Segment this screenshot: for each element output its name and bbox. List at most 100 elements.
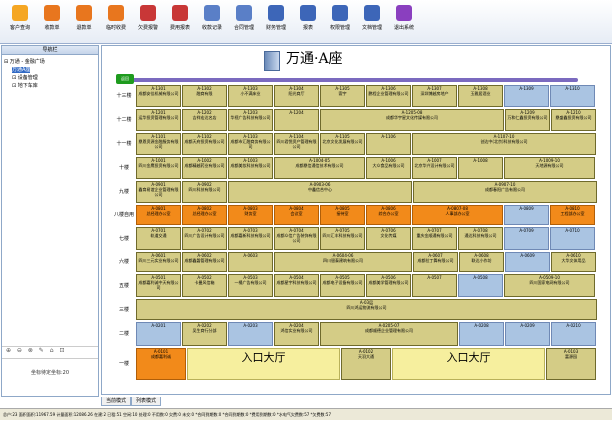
unit-tile[interactable]: A-0807-08 人事部办公室 — [412, 205, 503, 225]
unit-tile[interactable]: A-0803 财务室 — [228, 205, 273, 225]
unit-tile[interactable]: A-1007 北京华兴设计有限公司 — [412, 157, 457, 179]
unit-tile[interactable]: A-0503 一桶广告有限公司 — [228, 274, 273, 297]
unit-tile[interactable]: A-1008 — [458, 157, 503, 179]
toolbar-button-4[interactable]: 欠费报警 — [132, 3, 164, 41]
unit-tile[interactable]: A-0603 — [228, 252, 273, 272]
unit-tile[interactable]: A-1006 大众食品有限公司 — [366, 157, 411, 179]
unit-tile[interactable]: A-0610 大华文体用品 — [551, 252, 596, 272]
unit-tile[interactable]: A-0505 成都电子设备有限公司 — [320, 274, 365, 297]
unit-tile[interactable]: A-1101 鼎恩资源金融服务有限公司 — [136, 133, 181, 155]
unit-tile[interactable]: A-1303 小不满床业 — [228, 85, 273, 107]
back-arrow-button[interactable]: 返回 — [116, 74, 134, 84]
tree-item-equipment[interactable]: ⊡ 设备管理 — [4, 74, 96, 82]
toolbar-button-2[interactable]: 退款单 — [68, 3, 100, 41]
unit-tile[interactable]: A-0907-10 成都春阳广告有限公司 — [413, 181, 597, 203]
unit-tile[interactable]: A-0103 富源园 — [546, 348, 596, 380]
unit-tile[interactable]: A-1309 — [504, 85, 549, 107]
unit-tile[interactable]: A-1310 — [550, 85, 595, 107]
tree-item-building-a[interactable]: 万通A座 — [4, 66, 96, 74]
unit-tile[interactable]: A-0710 — [550, 227, 595, 250]
unit-tile[interactable]: A-0209 — [505, 322, 550, 346]
toolbar-button-12[interactable]: 退出系统 — [388, 3, 420, 41]
unit-tile[interactable]: A-0509-10 四川国家电网有限公司 — [504, 274, 595, 297]
unit-tile[interactable]: A-0210 — [551, 322, 596, 346]
unit-tile[interactable]: A-1202 吉祥宏达名店 — [182, 109, 227, 131]
unit-tile[interactable]: A-1104 四川君悦资产管理有限公司 — [274, 133, 319, 155]
entrance-hall-tile[interactable]: 入口大厅 — [392, 348, 545, 380]
unit-tile[interactable]: A-0203 — [228, 322, 273, 346]
unit-tile[interactable]: A-1203 华视广告科技有限公司 — [228, 109, 273, 131]
unit-tile[interactable]: A-0902 四川科技有限公司 — [182, 181, 227, 203]
unit-tile[interactable]: A-1204 — [274, 109, 319, 131]
unit-tile[interactable]: A-0801 总经理办公室 — [136, 205, 181, 225]
unit-tile[interactable]: A-0706 文化传媒 — [366, 227, 411, 250]
unit-tile[interactable]: A-1302 融商有限 — [182, 85, 227, 107]
toolbar-button-9[interactable]: 报表 — [292, 3, 324, 41]
unit-tile[interactable]: A-1304 阳光商厅 — [274, 85, 319, 107]
tree-root-item[interactable]: ⊟ 万通 - 金融广场 — [4, 58, 96, 66]
unit-tile[interactable]: A-0708 通达科技有限公司 — [458, 227, 503, 250]
unit-tile[interactable]: A-1209 万和仁鑫投资有限公司 — [505, 109, 550, 131]
unit-tile[interactable]: A-1306 鹏程企业管理有限公司 — [366, 85, 411, 107]
tree-item-garage[interactable]: ⊡ 地下车库 — [4, 82, 96, 90]
toolbar-button-10[interactable]: 权限管理 — [324, 3, 356, 41]
unit-tile[interactable]: A-0702 四川广告设计有限公司 — [182, 227, 227, 250]
unit-tile[interactable]: A-1002 成都精越药业有限公司 — [182, 157, 227, 179]
unit-tile[interactable]: A-1201 运华投资管理有限公司 — [136, 109, 181, 131]
unit-tile[interactable]: A-0502 卡曼风信箱 — [182, 274, 227, 297]
unit-tile[interactable]: A-1106 — [366, 133, 411, 155]
unit-tile[interactable]: A-0205-07 成都顺德企业管理有限公司 — [320, 322, 458, 346]
unit-tile[interactable]: A-1004-05 成都鼎信通信技术有限公司 — [274, 157, 365, 179]
unit-tile[interactable]: A-1205-08 成都华宇星文化传媒有限公司 — [320, 109, 504, 131]
unit-tile[interactable]: A-1107-10 创达中(北京)科技有限公司 — [412, 133, 596, 155]
unit-tile[interactable]: A-1301 成都安佳机械有限公司 — [136, 85, 181, 107]
unit-tile[interactable]: A-1305 寰宇 — [320, 85, 365, 107]
unit-tile[interactable]: A-0504 成都星宇科技有限公司 — [274, 274, 319, 297]
toolbar-button-3[interactable]: 临时收费 — [100, 3, 132, 41]
toolbar-button-11[interactable]: 文档管理 — [356, 3, 388, 41]
unit-tile[interactable]: A-0805 接待室 — [320, 205, 365, 225]
toolbar-button-6[interactable]: 收款记录 — [196, 3, 228, 41]
unit-tile[interactable]: A-0201 — [136, 322, 181, 346]
unit-tile[interactable]: A-0204 鸿信实业有限公司 — [274, 322, 319, 346]
unit-tile[interactable]: A-0601 四川三元实业有限公司 — [136, 252, 181, 272]
unit-tile[interactable]: A-0607 成都拉丁舞有限公司 — [413, 252, 458, 272]
unit-tile[interactable]: A-0202 吴生商行分部 — [182, 322, 227, 346]
unit-tile[interactable]: A-0809 — [504, 205, 549, 225]
unit-tile[interactable]: A-1308 玉雅居酒业 — [458, 85, 503, 107]
unit-tile[interactable]: A-1102 成都天府投资有限公司 — [182, 133, 227, 155]
unit-tile[interactable]: A-0802 总经理办公室 — [182, 205, 227, 225]
unit-tile[interactable]: A-0604-06 四川银泰建筑有限公司 — [274, 252, 412, 272]
unit-tile[interactable]: A-0608 联达小作坊 — [459, 252, 504, 272]
unit-tile[interactable]: A-0704 成都众信广告装饰有限公司 — [274, 227, 319, 250]
unit-tile[interactable]: A-0709 — [504, 227, 549, 250]
unit-tile[interactable]: A-0903-06 中鑫信合中心 — [228, 181, 412, 203]
unit-tile[interactable]: A-1001 四川金鹰投资有限公司 — [136, 157, 181, 179]
toolbar-button-0[interactable]: 客户查询 — [4, 3, 36, 41]
unit-tile[interactable]: A-1210 鼎盛鑫投资有限公司 — [551, 109, 596, 131]
unit-tile[interactable]: A-1103 成都市汇融商务有限公司 — [228, 133, 273, 155]
toolbar-button-1[interactable]: 收款单 — [36, 3, 68, 41]
unit-tile[interactable]: A-0707 重庆金顺通有限公司 — [412, 227, 457, 250]
toolbar-button-8[interactable]: 财务管理 — [260, 3, 292, 41]
unit-tile[interactable]: A-0501 成都嘉利诚中天有限公司 — [136, 274, 181, 297]
unit-tile[interactable]: A-1003 成都美妆科技有限公司 — [228, 157, 273, 179]
tab-list-mode[interactable]: 列表模式 — [131, 397, 162, 406]
toolbar-button-7[interactable]: 合同管理 — [228, 3, 260, 41]
unit-tile[interactable]: A-0508 — [458, 274, 503, 297]
unit-tile[interactable]: A-0804 会议室 — [274, 205, 319, 225]
unit-tile[interactable]: A-0507 — [412, 274, 457, 297]
unit-tile[interactable]: A-0101 成都嘉利诚 — [136, 348, 186, 380]
unit-tile[interactable]: A-0602 成都鑫磐管理有限公司 — [182, 252, 227, 272]
tab-map-mode[interactable]: 当前模式 — [101, 397, 132, 406]
unit-tile[interactable]: A-0208 — [459, 322, 504, 346]
unit-tile[interactable]: A-1105 北京文化发展有限公司 — [320, 133, 365, 155]
entrance-hall-tile[interactable]: 入口大厅 — [187, 348, 340, 380]
unit-tile[interactable]: A-0609 — [505, 252, 550, 272]
unit-tile[interactable]: A-0701 轨道交通 — [136, 227, 181, 250]
unit-tile[interactable]: A-0810 工程部办公室 — [550, 205, 595, 225]
unit-tile[interactable]: A-0806 综合办公室 — [366, 205, 411, 225]
zoom-controls[interactable]: ⊕ ⊖ ⊗ ✎ ⌂ ⊡ — [2, 346, 98, 356]
unit-tile[interactable]: A-0102 天羽大通 — [341, 348, 391, 380]
toolbar-button-5[interactable]: 费用报表 — [164, 3, 196, 41]
